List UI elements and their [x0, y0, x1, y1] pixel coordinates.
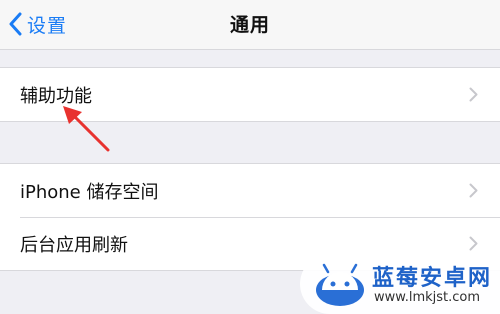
- chevron-right-icon: [469, 236, 478, 251]
- navigation-bar: 设置 通用: [0, 0, 500, 50]
- list-item-iphone-storage[interactable]: iPhone 储存空间: [0, 164, 500, 217]
- chevron-right-icon: [469, 183, 478, 198]
- list-item-label: iPhone 储存空间: [20, 181, 159, 203]
- watermark-title: 蓝莓安卓网: [372, 266, 493, 291]
- page-title: 通用: [229, 14, 270, 36]
- watermark-url: www.lmkjst.com: [374, 290, 481, 305]
- android-robot-icon: [316, 263, 364, 306]
- list-item-label: 后台应用刷新: [20, 234, 128, 256]
- chevron-right-icon: [469, 87, 478, 102]
- annotation-arrow-icon: [63, 106, 110, 152]
- watermark: 蓝莓安卓网 www.lmkjst.com: [300, 254, 500, 314]
